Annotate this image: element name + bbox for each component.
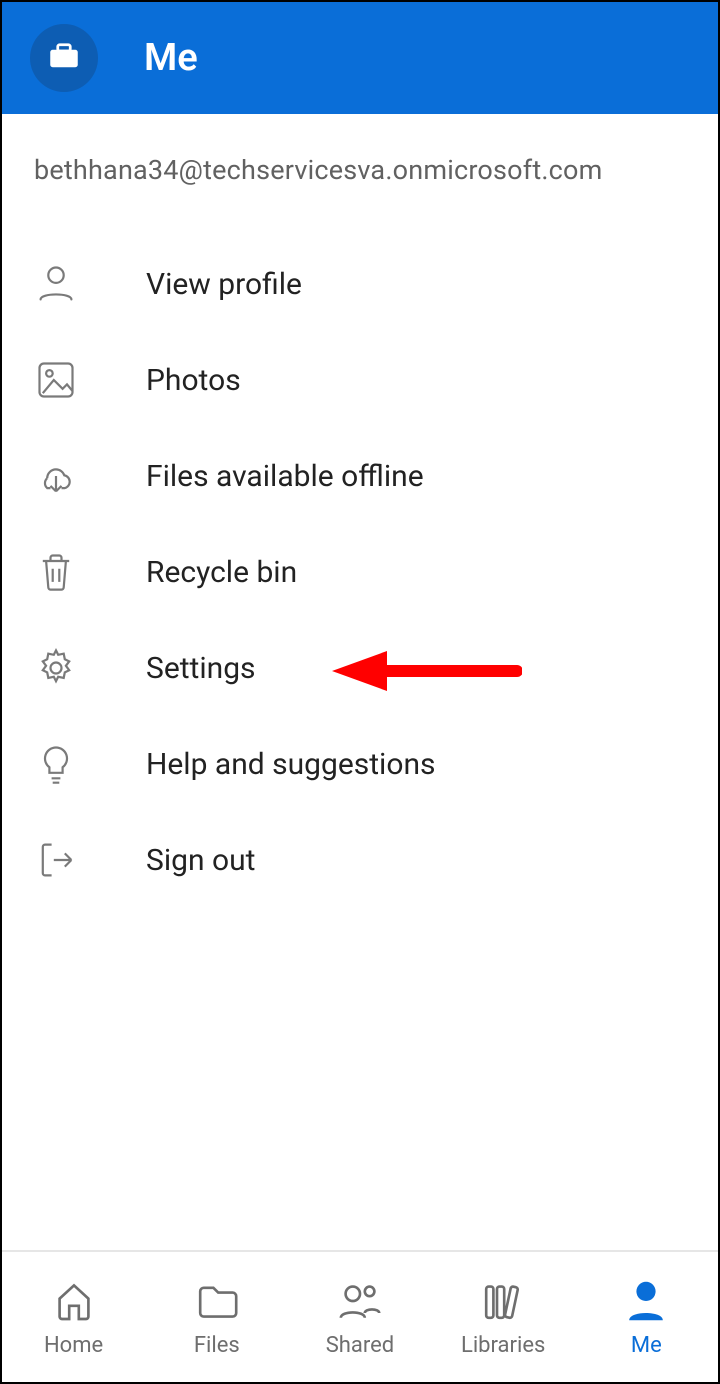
menu-label: Photos <box>146 363 241 398</box>
briefcase-icon <box>49 42 79 74</box>
menu-item-files-offline[interactable]: Files available offline <box>34 428 686 524</box>
trash-icon <box>34 550 78 594</box>
menu-item-help[interactable]: Help and suggestions <box>34 716 686 812</box>
person-filled-icon <box>622 1277 670 1325</box>
nav-label: Files <box>194 1333 240 1358</box>
account-email: bethhana34@techservicesva.onmicrosoft.co… <box>34 154 686 186</box>
cloud-download-icon <box>34 454 78 498</box>
nav-label: Shared <box>326 1333 394 1358</box>
photos-icon <box>34 358 78 402</box>
nav-me[interactable]: Me <box>576 1277 716 1358</box>
app-header: Me <box>2 2 718 114</box>
sign-out-icon <box>34 838 78 882</box>
menu-label: Recycle bin <box>146 555 297 590</box>
libraries-icon <box>479 1277 527 1325</box>
nav-label: Libraries <box>461 1333 545 1358</box>
menu-label: Settings <box>146 651 256 686</box>
menu-item-sign-out[interactable]: Sign out <box>34 812 686 908</box>
menu-label: Files available offline <box>146 459 424 494</box>
menu-label: View profile <box>146 267 302 302</box>
nav-label: Me <box>631 1333 662 1358</box>
gear-icon <box>34 646 78 690</box>
home-icon <box>50 1277 98 1325</box>
folder-icon <box>193 1277 241 1325</box>
people-icon <box>336 1277 384 1325</box>
avatar-briefcase[interactable] <box>30 24 98 92</box>
menu-item-recycle-bin[interactable]: Recycle bin <box>34 524 686 620</box>
page-title: Me <box>144 36 198 80</box>
nav-files[interactable]: Files <box>147 1277 287 1358</box>
nav-home[interactable]: Home <box>4 1277 144 1358</box>
nav-shared[interactable]: Shared <box>290 1277 430 1358</box>
nav-label: Home <box>44 1333 103 1358</box>
menu-item-view-profile[interactable]: View profile <box>34 236 686 332</box>
lightbulb-icon <box>34 742 78 786</box>
menu-label: Help and suggestions <box>146 747 436 782</box>
menu-item-photos[interactable]: Photos <box>34 332 686 428</box>
me-page-content: bethhana34@techservicesva.onmicrosoft.co… <box>2 114 718 1250</box>
menu-label: Sign out <box>146 843 255 878</box>
person-icon <box>34 262 78 306</box>
nav-libraries[interactable]: Libraries <box>433 1277 573 1358</box>
bottom-nav: Home Files Shared Libraries Me <box>2 1250 718 1382</box>
menu-item-settings[interactable]: Settings <box>34 620 686 716</box>
